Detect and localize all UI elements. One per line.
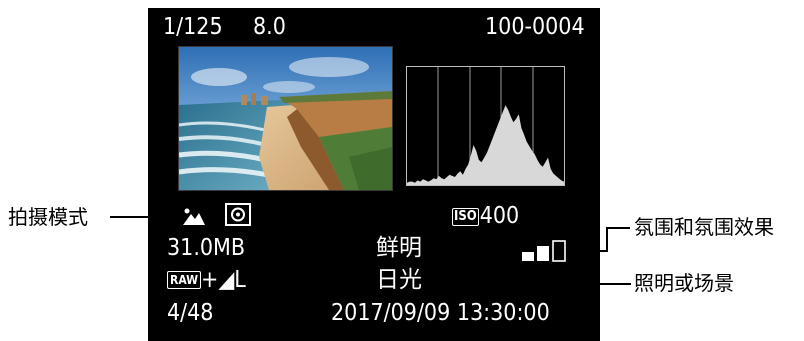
iso-value: 400: [479, 203, 520, 229]
bracketing-bars-icon: [521, 240, 567, 266]
evaluative-metering-icon: [225, 203, 251, 231]
histogram-chart: [407, 67, 564, 185]
iso-readout: ISO 400: [452, 203, 519, 229]
date-time: 2017/09/09 13:30:00: [331, 300, 550, 326]
image-count: 4/48: [167, 300, 214, 326]
leader-line-bracketing-vertical: [606, 227, 608, 251]
callout-bracketing: 氛围和氛围效果: [634, 215, 774, 239]
raw-badge: RAW: [167, 271, 202, 289]
white-balance: 日光: [376, 267, 422, 293]
leader-line-shooting-mode: [110, 216, 172, 218]
file-number: 100-0004: [485, 14, 585, 40]
histogram-curve: [407, 105, 564, 185]
leader-line-bracketing-bottom: [571, 250, 608, 252]
iso-badge: ISO: [452, 208, 479, 226]
photo-thumbnail: [178, 46, 393, 191]
histogram: [406, 66, 565, 186]
shutter-speed: 1/125: [163, 14, 223, 40]
picture-style: 鲜明: [376, 235, 422, 261]
aperture-value: 8.0: [253, 14, 286, 40]
landscape-mode-icon: [183, 207, 205, 231]
file-size: 31.0MB: [167, 235, 246, 261]
leader-line-bracketing-top: [606, 227, 630, 229]
quality-suffix: +◢L: [201, 267, 246, 293]
leader-line-lighting: [427, 283, 631, 285]
callout-shooting-mode: 拍摄模式: [8, 205, 88, 229]
image-quality: RAW +◢L: [167, 267, 246, 293]
callout-lighting: 照明或场景: [634, 271, 734, 295]
